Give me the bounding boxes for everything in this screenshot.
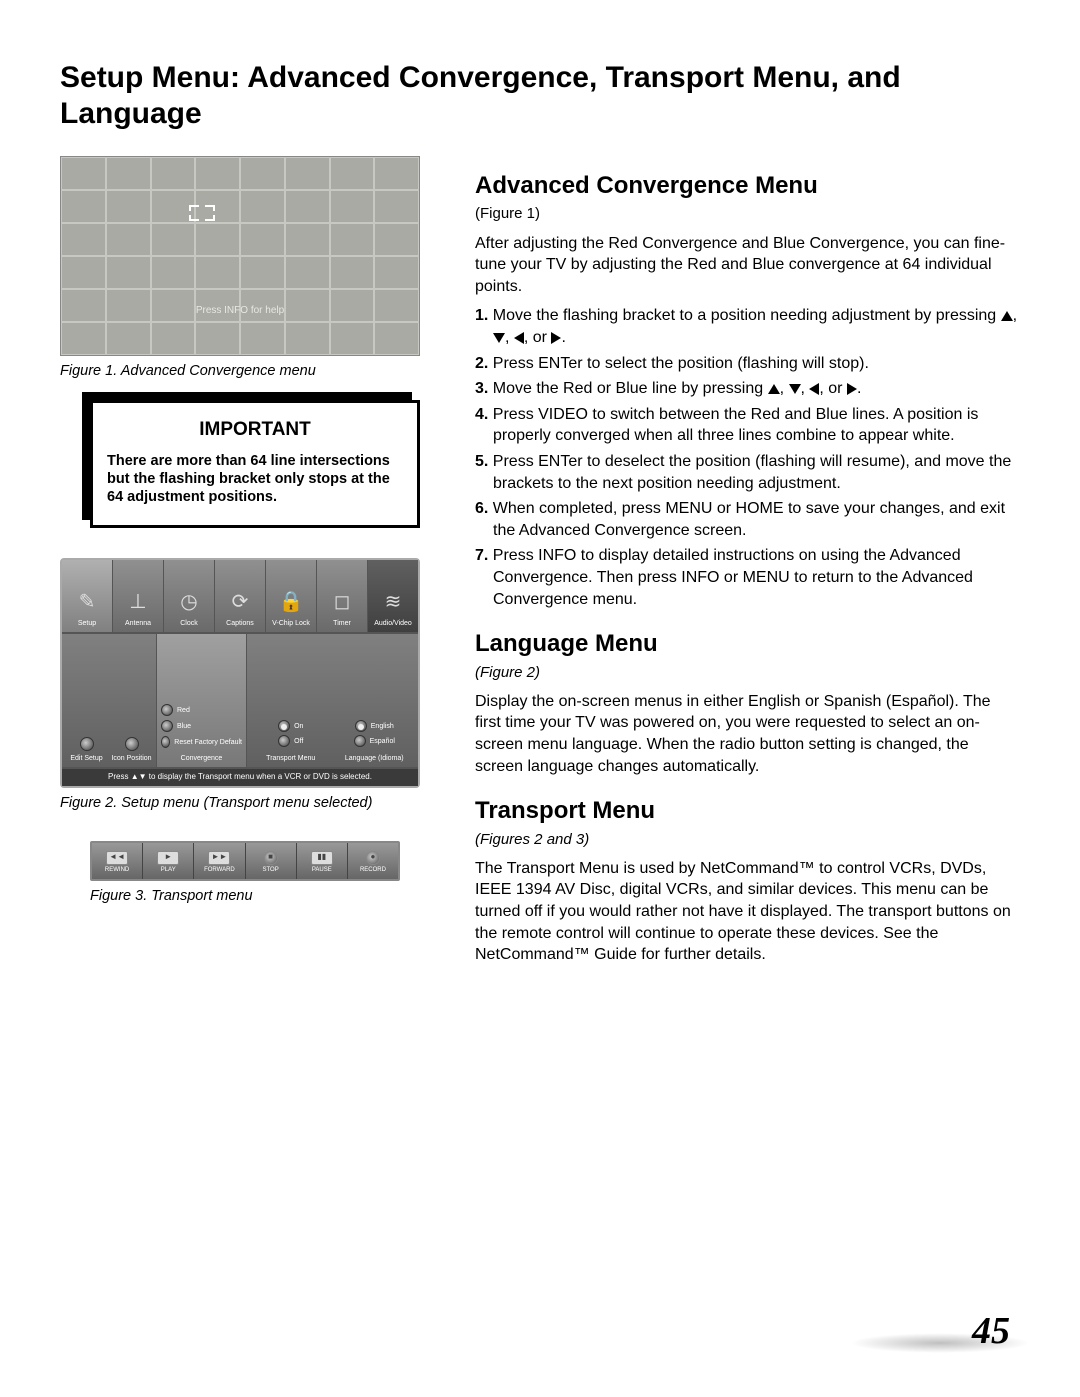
step-item: 5. Press ENTer to deselect the position … [493,451,1020,494]
advanced-heading: Advanced Convergence Menu [475,170,1020,202]
arrow-up-icon [1001,311,1013,321]
language-text: Display the on-screen menus in either En… [475,691,1020,777]
language-fig-ref: (Figure 2) [475,663,1020,683]
figure2-caption: Figure 2. Setup menu (Transport menu sel… [60,794,445,814]
flashing-bracket-icon [189,205,217,225]
transport-play-button: ►PLAY [143,843,194,879]
pause-icon: ▮▮ [311,851,333,865]
arrow-down-icon [493,333,505,343]
figure3-caption: Figure 3. Transport menu [90,887,445,907]
setup-top-icon-captions: ⟳Captions [215,560,266,632]
figure2-setup-menu: ✎Setup⊥Antenna◷Clock⟳Captions🔒V-Chip Loc… [60,558,420,788]
advanced-fig-ref: (Figure 1) [475,204,1020,224]
transport-text: The Transport Menu is used by NetCommand… [475,858,1020,966]
rewind-icon: ◄◄ [106,851,128,865]
left-column: Press INFO for help Figure 1. Advanced C… [60,152,445,974]
arrow-left-icon [514,332,524,344]
transport-record-button: ●RECORD [348,843,398,879]
advanced-steps-list: 1. Move the flashing bracket to a positi… [475,305,1020,610]
setup-top-icon-clock: ◷Clock [164,560,215,632]
v-chip-lock-icon: 🔒 [277,588,305,616]
radio-icon [125,737,139,751]
step-item: 1. Move the flashing bracket to a positi… [493,305,1020,348]
important-box: IMPORTANT There are more than 64 line in… [90,400,420,528]
clock-icon: ◷ [175,588,203,616]
radio-icon [354,735,366,747]
timer-icon: ◻ [328,588,356,616]
setup-top-icon-antenna: ⊥Antenna [113,560,164,632]
important-title: IMPORTANT [107,417,403,443]
figure1-convergence-grid: Press INFO for help [60,156,420,356]
step-item: 4. Press VIDEO to switch between the Red… [493,404,1020,447]
step-item: 7. Press INFO to display detailed instru… [493,545,1020,610]
arrow-up-icon [768,384,780,394]
forward-icon: ►► [208,851,230,865]
radio-icon [80,737,94,751]
transport-heading: Transport Menu [475,795,1020,827]
radio-icon [278,735,290,747]
transport-pause-button: ▮▮PAUSE [297,843,348,879]
step-item: 6. When completed, press MENU or HOME to… [493,498,1020,541]
right-column: Advanced Convergence Menu (Figure 1) Aft… [475,152,1020,974]
transport-stop-button: ■STOP [246,843,297,879]
figure1-help-text: Press INFO for help [61,304,419,318]
captions-icon: ⟳ [226,588,254,616]
figure3-transport-menu: ◄◄REWIND►PLAY►►FORWARD■STOP▮▮PAUSE●RECOR… [90,841,400,881]
setup-top-icon-timer: ◻Timer [317,560,368,632]
setup-top-icon-audio-video: ≋Audio/Video [368,560,418,632]
radio-icon [161,736,170,748]
step-item: 3. Move the Red or Blue line by pressing… [493,378,1020,400]
transport-forward-button: ►►FORWARD [194,843,245,879]
radio-icon [355,720,367,732]
radio-icon [161,720,173,732]
setup-top-icon-v-chip-lock: 🔒V-Chip Lock [266,560,317,632]
step-item: 2. Press ENTer to select the position (f… [493,353,1020,375]
radio-icon [161,704,173,716]
arrow-right-icon [551,332,561,344]
play-icon: ► [157,851,179,865]
arrow-right-icon [847,383,857,395]
page-title: Setup Menu: Advanced Convergence, Transp… [60,60,1020,132]
language-heading: Language Menu [475,628,1020,660]
figure2-bottom-text: Press ▲▼ to display the Transport menu w… [62,769,418,786]
page-number: 45 [972,1306,1010,1357]
audio-video-icon: ≋ [379,588,407,616]
arrow-down-icon [789,384,801,394]
important-text: There are more than 64 line intersection… [107,452,403,506]
figure1-caption: Figure 1. Advanced Convergence menu [60,362,445,382]
setup-icon: ✎ [73,588,101,616]
transport-fig-ref: (Figures 2 and 3) [475,830,1020,850]
antenna-icon: ⊥ [124,588,152,616]
arrow-left-icon [809,383,819,395]
radio-icon [278,720,290,732]
advanced-intro: After adjusting the Red Convergence and … [475,233,1020,298]
setup-top-icon-setup: ✎Setup [62,560,113,632]
transport-rewind-button: ◄◄REWIND [92,843,143,879]
record-icon: ● [366,851,380,865]
stop-icon: ■ [264,851,278,865]
